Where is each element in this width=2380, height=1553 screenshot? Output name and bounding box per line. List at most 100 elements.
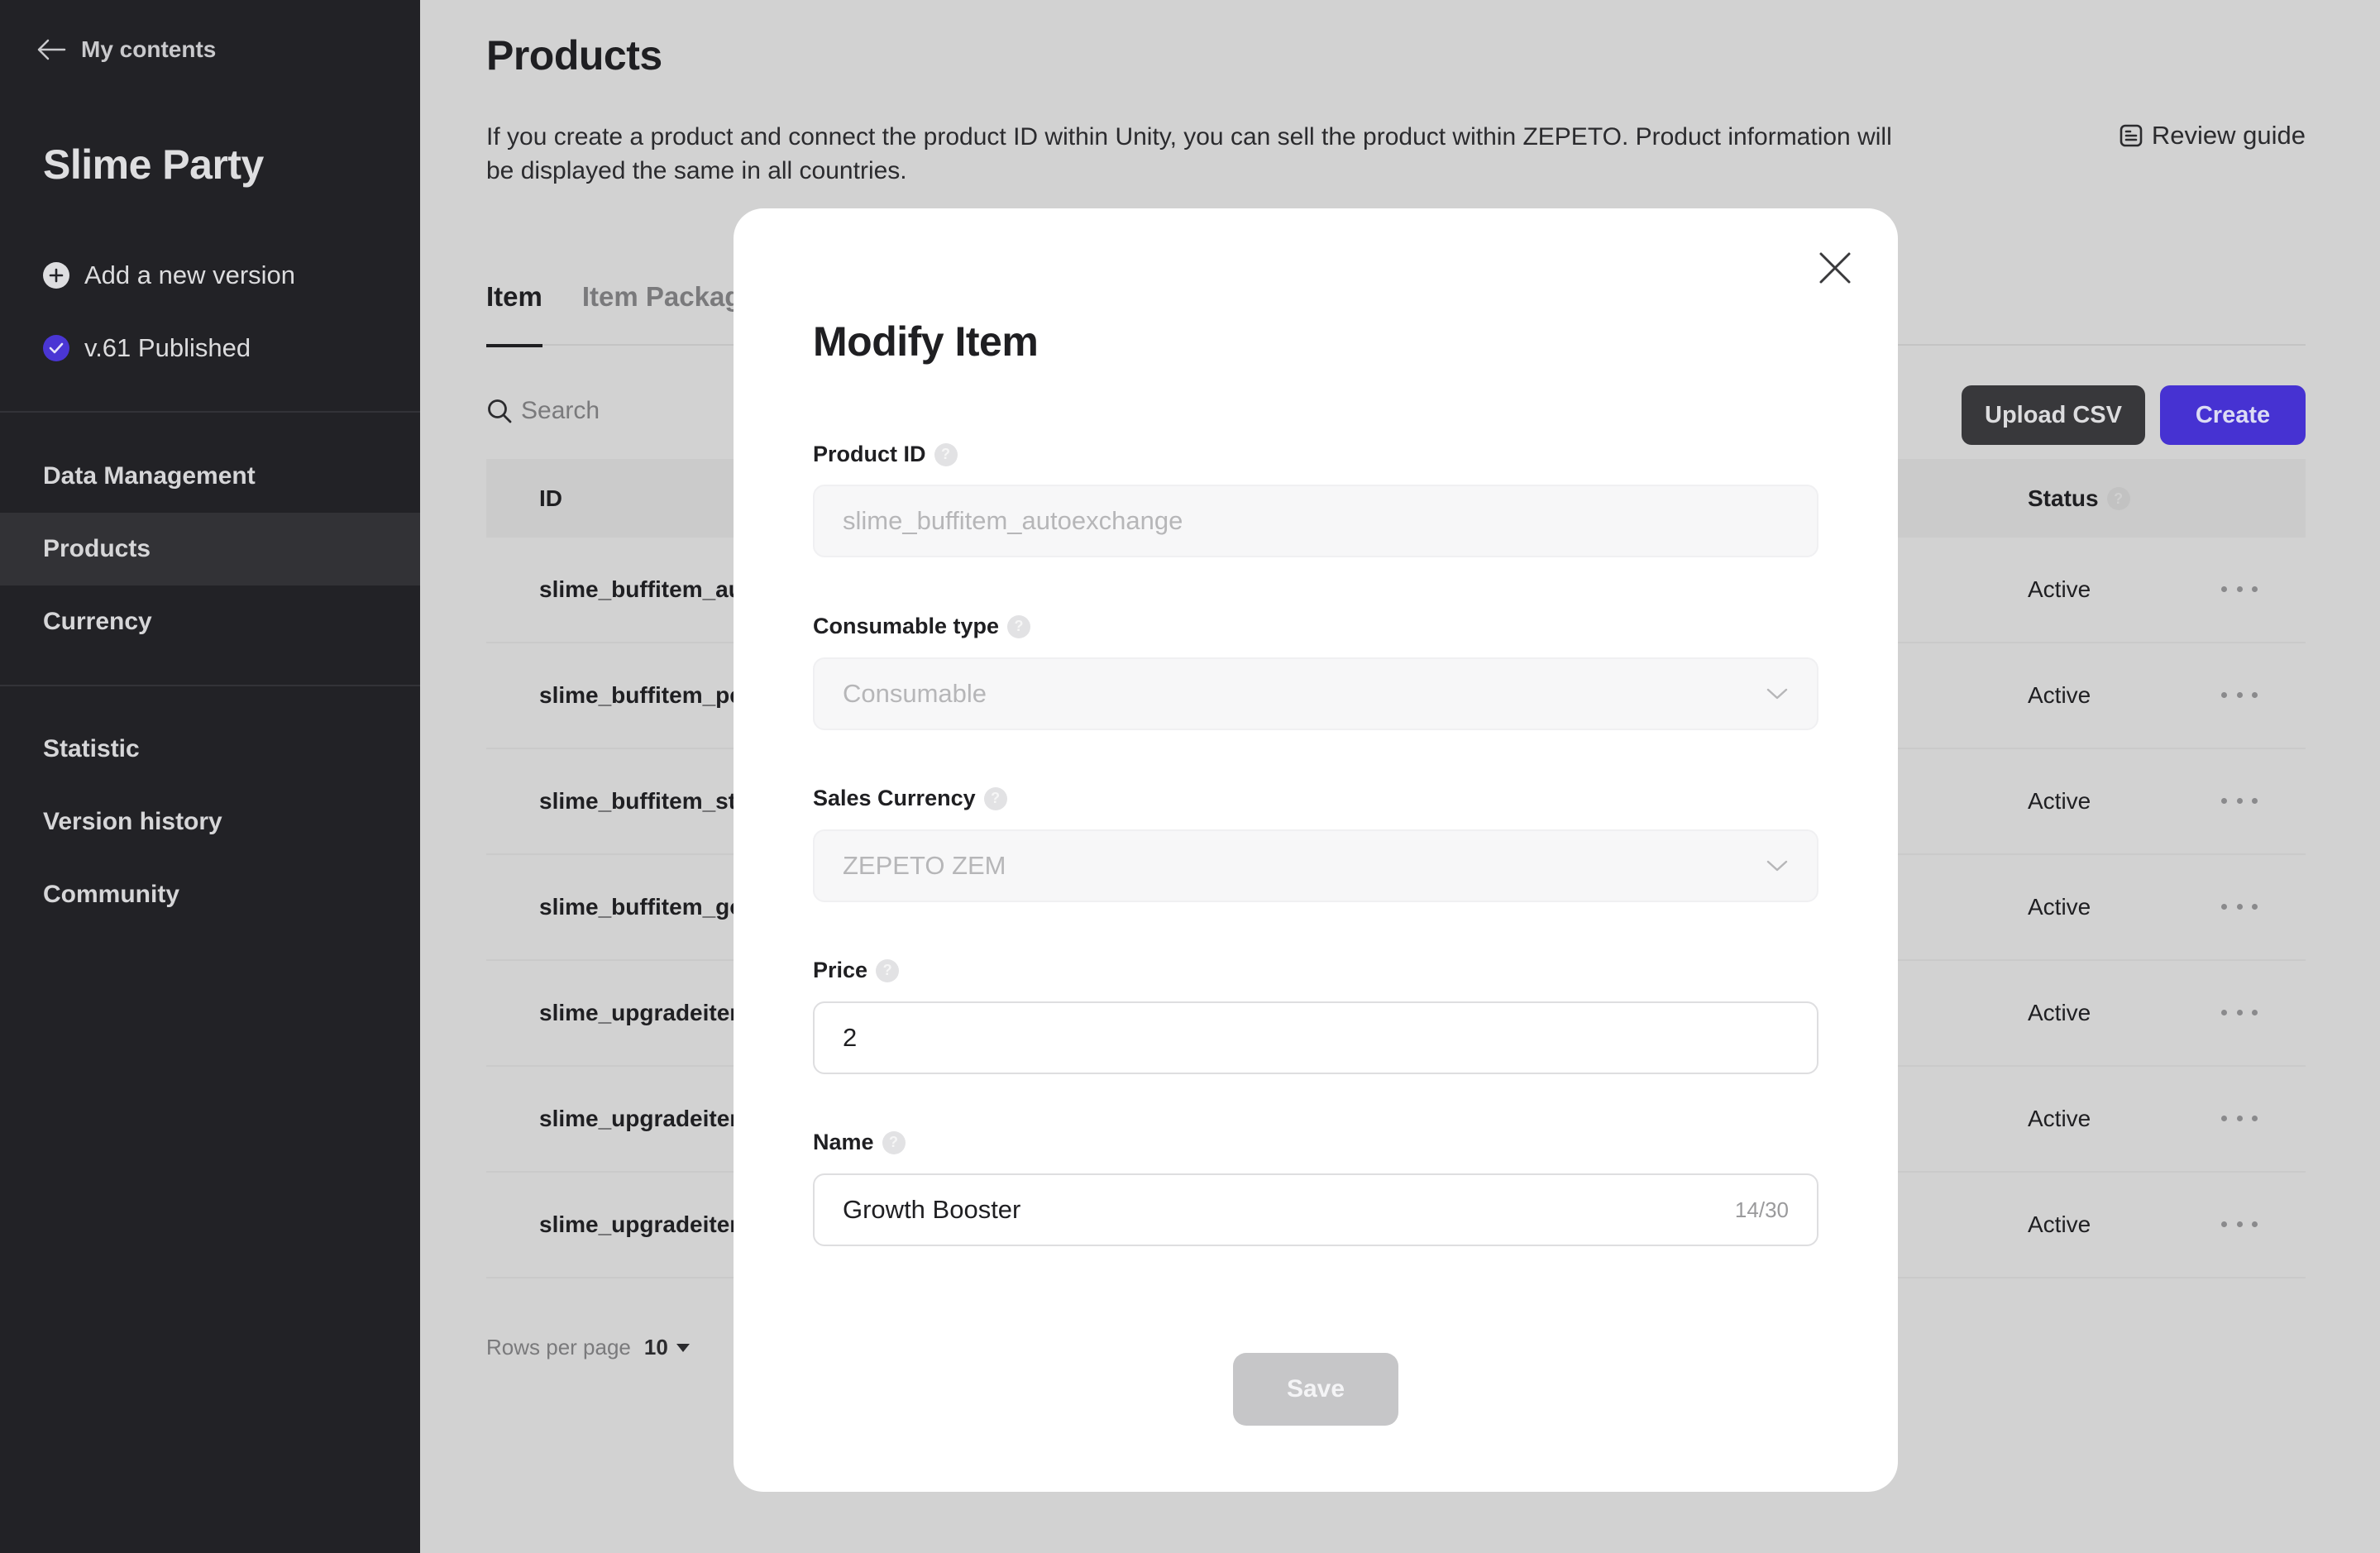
back-to-my-contents-link[interactable]: My contents — [36, 36, 216, 63]
help-icon[interactable]: ? — [983, 786, 1007, 810]
consumable-type-select: Consumable — [813, 657, 1818, 730]
tab-item-package[interactable]: Item Package — [582, 278, 757, 346]
search-placeholder: Search — [521, 397, 600, 424]
page-description: If you create a product and connect the … — [486, 123, 1892, 184]
check-circle-icon — [43, 335, 69, 361]
add-version-label: Add a new version — [84, 260, 296, 289]
page-title: Products — [486, 32, 662, 79]
sidebar-item-currency[interactable]: Currency — [0, 585, 420, 658]
more-options-icon[interactable] — [2221, 791, 2258, 810]
more-options-icon[interactable] — [2221, 1002, 2258, 1022]
sidebar-item-label: Currency — [43, 608, 152, 635]
consumable-type-label: Consumable type ? — [813, 614, 1031, 639]
sidebar-item-label: Community — [43, 881, 179, 908]
tab-item[interactable]: Item — [486, 278, 542, 347]
row-product-id: slime_buffitem_go — [539, 894, 744, 920]
document-icon — [2120, 124, 2143, 147]
more-options-icon[interactable] — [2221, 1214, 2258, 1234]
rows-per-page: Rows per page 10 — [486, 1335, 690, 1360]
sales-currency-value: ZEPETO ZEM — [843, 851, 1006, 880]
close-button[interactable] — [1812, 245, 1858, 291]
sidebar-item-label: Statistic — [43, 735, 140, 762]
column-header-status-label: Status — [2028, 485, 2099, 511]
row-product-id: slime_buffitem_au — [539, 576, 743, 602]
row-status: Active — [2028, 1106, 2091, 1131]
published-version-selector[interactable]: v.61 Published — [43, 333, 251, 363]
row-product-id: slime_buffitem_pe — [539, 682, 743, 708]
field-label-text: Sales Currency — [813, 786, 976, 810]
plus-circle-icon — [43, 262, 69, 289]
help-icon[interactable]: ? — [2106, 487, 2130, 510]
price-input[interactable]: 2 — [813, 1001, 1818, 1074]
sidebar-item-data-management[interactable]: Data Management — [0, 440, 420, 513]
field-label-text: Price — [813, 958, 868, 982]
sidebar: My contents Slime Party Add a new versio… — [0, 0, 420, 1553]
character-counter: 14/30 — [1734, 1197, 1789, 1222]
rows-per-page-label: Rows per page — [486, 1335, 631, 1359]
price-label: Price ? — [813, 958, 900, 983]
row-status: Active — [2028, 682, 2091, 708]
sidebar-item-label: Version history — [43, 808, 222, 835]
upload-csv-button[interactable]: Upload CSV — [1962, 385, 2145, 445]
search-icon — [488, 399, 512, 423]
add-new-version-button[interactable]: Add a new version — [43, 260, 295, 290]
more-options-icon[interactable] — [2221, 896, 2258, 916]
name-label: Name ? — [813, 1130, 906, 1155]
modal-title: Modify Item — [813, 318, 1039, 365]
review-guide-label: Review guide — [2151, 121, 2306, 150]
sidebar-divider — [0, 411, 420, 413]
product-id-field: slime_buffitem_autoexchange — [813, 485, 1818, 557]
back-link-label: My contents — [81, 36, 217, 62]
app-title: Slime Party — [43, 141, 264, 188]
row-product-id: slime_upgradeitem — [539, 1000, 751, 1025]
help-icon[interactable]: ? — [876, 958, 900, 982]
column-header-status: Status ? — [2028, 485, 2130, 512]
review-guide-link[interactable]: Review guide — [2119, 121, 2306, 151]
sidebar-item-version-history[interactable]: Version history — [0, 786, 420, 858]
field-label-text: Consumable type — [813, 614, 1000, 638]
product-id-label: Product ID ? — [813, 442, 958, 467]
row-product-id: slime_upgradeitem — [539, 1106, 751, 1131]
chevron-down-icon — [1766, 688, 1788, 700]
name-value: Growth Booster — [843, 1195, 1021, 1224]
field-label-text: Name — [813, 1130, 874, 1154]
help-icon[interactable]: ? — [934, 442, 958, 466]
more-options-icon[interactable] — [2221, 685, 2258, 705]
caret-down-icon — [676, 1343, 690, 1352]
more-options-icon[interactable] — [2221, 579, 2258, 599]
close-icon — [1819, 252, 1851, 284]
product-id-value: slime_buffitem_autoexchange — [843, 506, 1183, 535]
chevron-down-icon — [1766, 860, 1788, 872]
row-status: Active — [2028, 788, 2091, 814]
help-icon[interactable]: ? — [1007, 614, 1031, 638]
price-value: 2 — [843, 1023, 858, 1052]
more-options-icon[interactable] — [2221, 1108, 2258, 1128]
sidebar-item-label: Data Management — [43, 462, 256, 490]
sidebar-item-statistic[interactable]: Statistic — [0, 713, 420, 786]
sidebar-item-label: Products — [43, 535, 151, 562]
arrow-left-icon — [37, 39, 66, 60]
sidebar-item-community[interactable]: Community — [0, 858, 420, 931]
save-button[interactable]: Save — [1233, 1353, 1398, 1426]
consumable-type-value: Consumable — [843, 679, 987, 708]
published-version-label: v.61 Published — [84, 333, 251, 362]
row-status: Active — [2028, 1000, 2091, 1025]
row-status: Active — [2028, 576, 2091, 602]
row-status: Active — [2028, 894, 2091, 920]
field-label-text: Product ID — [813, 442, 926, 466]
name-input[interactable]: Growth Booster 14/30 — [813, 1173, 1818, 1246]
row-product-id: slime_upgradeitem — [539, 1211, 751, 1237]
sidebar-divider — [0, 685, 420, 686]
rows-per-page-value: 10 — [643, 1335, 668, 1359]
column-header-id: ID — [539, 485, 562, 511]
modify-item-modal: Modify Item Product ID ? slime_buffitem_… — [734, 208, 1898, 1492]
sales-currency-select: ZEPETO ZEM — [813, 829, 1818, 902]
create-button[interactable]: Create — [2160, 385, 2306, 445]
search-input[interactable]: Search — [486, 397, 600, 425]
sidebar-item-products[interactable]: Products — [0, 513, 420, 585]
rows-per-page-select[interactable]: 10 — [644, 1335, 690, 1360]
row-product-id: slime_buffitem_sta — [539, 788, 749, 814]
help-icon[interactable]: ? — [882, 1130, 906, 1154]
row-status: Active — [2028, 1211, 2091, 1237]
sales-currency-label: Sales Currency ? — [813, 786, 1007, 811]
